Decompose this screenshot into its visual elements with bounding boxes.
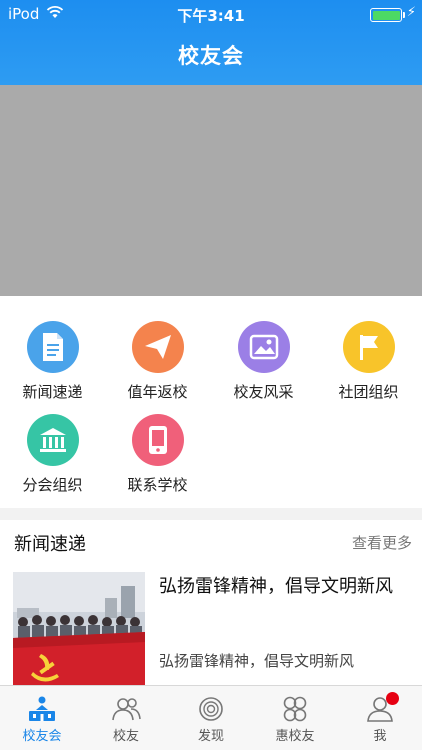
tab-label: 惠校友 (275, 729, 315, 744)
grid-label: 校友风采 (233, 383, 294, 401)
building-icon (26, 414, 79, 466)
grid-item-style[interactable]: 校友风采 (211, 321, 316, 411)
grid-label: 值年返校 (127, 383, 188, 401)
tab-benefits[interactable]: 惠校友 (253, 686, 337, 750)
grid-item-return[interactable]: 值年返校 (105, 321, 210, 411)
discover-icon (199, 697, 223, 721)
page-title: 校友会 (178, 44, 244, 68)
tab-alumni[interactable]: 校友 (84, 686, 168, 750)
tab-bar: 校友会 校友 发现 惠校友 我 (0, 685, 422, 750)
tab-label: 我 (373, 729, 387, 744)
news-headline: 弘扬雷锋精神，倡导文明新风 (159, 576, 393, 597)
nav-header: iPod 下午3:41 ⚡ 校友会 (0, 0, 422, 85)
status-time: 下午3:41 (177, 7, 245, 25)
flag-icon (342, 321, 395, 373)
news-section: 新闻速递 查看更多 弘扬雷锋精神，倡导文明新风 弘扬雷锋精神，倡导文明新风 (0, 520, 422, 685)
status-bar: iPod 下午3:41 ⚡ (0, 0, 422, 28)
tab-me[interactable]: 我 (338, 686, 422, 750)
news-summary: 弘扬雷锋精神，倡导文明新风 (159, 652, 355, 670)
notification-badge (386, 692, 399, 705)
tab-label: 发现 (197, 729, 224, 744)
view-more-link[interactable]: 查看更多 (352, 532, 412, 553)
tab-label: 校友会 (22, 729, 62, 744)
picture-icon (237, 321, 290, 373)
grid-item-contact[interactable]: 联系学校 (105, 414, 210, 504)
grid-label: 联系学校 (127, 476, 188, 494)
function-grid: 新闻速递 值年返校 校友风采 社团组织 分会组织 联系学校 (0, 296, 422, 508)
charging-icon: ⚡ (406, 5, 416, 20)
news-header: 新闻速递 查看更多 (0, 520, 422, 562)
paper-plane-icon (131, 321, 184, 373)
clover-icon (283, 696, 307, 722)
section-title: 新闻速递 (14, 534, 86, 555)
grid-label: 新闻速递 (22, 383, 83, 401)
grid-item-news[interactable]: 新闻速递 (0, 321, 105, 411)
grid-label: 社团组织 (338, 383, 399, 401)
news-thumbnail (13, 572, 145, 685)
grid-item-clubs[interactable]: 社团组织 (316, 321, 421, 411)
phone-icon (131, 414, 184, 466)
alumni-home-icon (29, 696, 55, 721)
document-icon (26, 321, 79, 373)
people-icon (112, 698, 141, 721)
tab-discover[interactable]: 发现 (169, 686, 253, 750)
tab-alumni-home[interactable]: 校友会 (0, 686, 84, 750)
banner-carousel[interactable] (0, 85, 422, 296)
grid-label: 分会组织 (22, 476, 83, 494)
battery-icon (370, 8, 405, 22)
grid-item-branches[interactable]: 分会组织 (0, 414, 105, 504)
news-item[interactable]: 弘扬雷锋精神，倡导文明新风 弘扬雷锋精神，倡导文明新风 (13, 572, 422, 685)
tab-label: 校友 (112, 729, 139, 744)
